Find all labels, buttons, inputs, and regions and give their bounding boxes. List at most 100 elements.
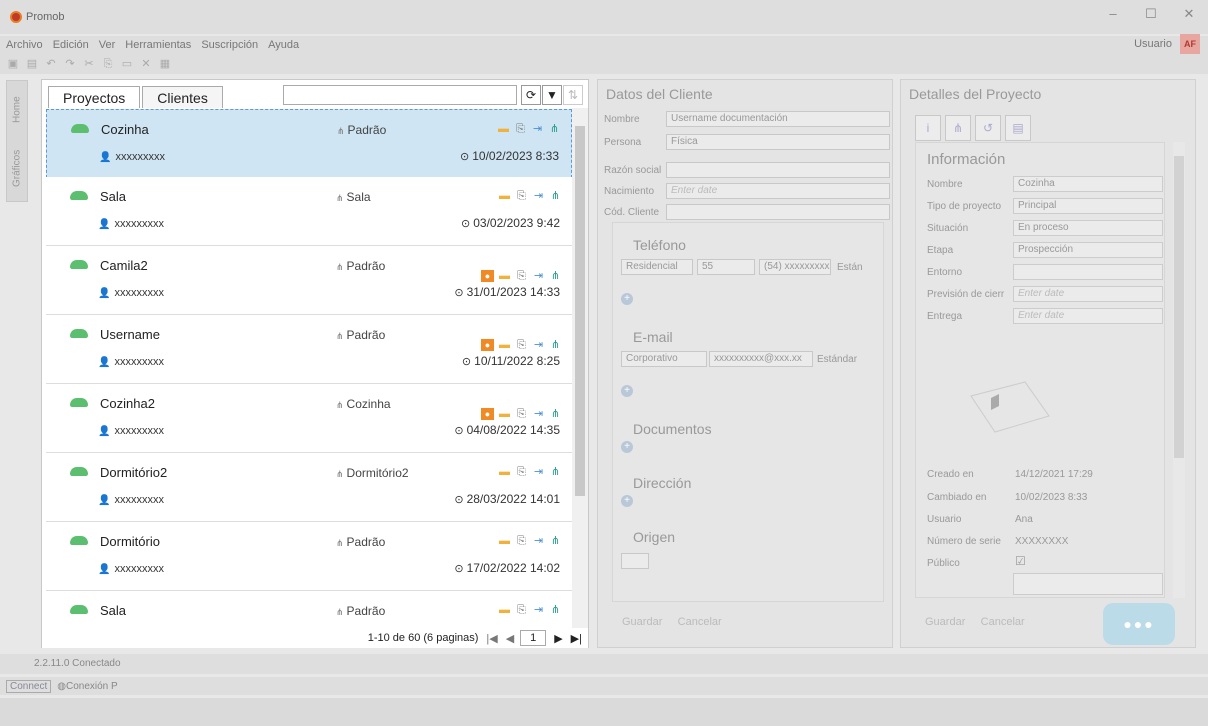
- project-name[interactable]: Sala: [100, 189, 126, 204]
- print-icon[interactable]: ▤: [25, 58, 39, 70]
- tab-proyectos[interactable]: Proyectos: [48, 86, 141, 108]
- structure-icon[interactable]: ⋔: [548, 123, 561, 135]
- last-page-icon[interactable]: ▶|: [571, 632, 582, 645]
- razon-field[interactable]: [666, 162, 890, 178]
- duplicate-icon[interactable]: ⎘: [514, 123, 527, 135]
- export-icon[interactable]: ⇥: [532, 535, 545, 547]
- duplicate-icon[interactable]: ⎘: [515, 466, 528, 478]
- menu-suscripcion[interactable]: Suscripción: [201, 36, 258, 54]
- contact-icon[interactable]: ●: [481, 339, 494, 351]
- connect-button[interactable]: Connect: [6, 679, 52, 693]
- structure-icon[interactable]: ⋔: [549, 466, 562, 478]
- environment-icon[interactable]: ⋔: [945, 115, 971, 141]
- menu-herramientas[interactable]: Herramientas: [125, 36, 191, 54]
- list-scrollbar[interactable]: [572, 108, 588, 628]
- origen-select[interactable]: [621, 553, 649, 569]
- project-name[interactable]: Dormitório: [100, 534, 160, 549]
- add-email-icon[interactable]: +: [621, 385, 633, 397]
- publico-checkbox[interactable]: ☑: [1015, 554, 1026, 568]
- folder-icon[interactable]: ▬: [498, 190, 511, 202]
- table-row[interactable]: Dormitório2 ⋔ Dormitório2 👤 xxxxxxxxx ▬ ⎘ ⇥ ⋔ ⊙ 28…: [46, 453, 572, 522]
- undo-icon[interactable]: ↶: [44, 58, 58, 70]
- add-document-icon[interactable]: +: [621, 441, 633, 453]
- structure-icon[interactable]: ⋔: [549, 535, 562, 547]
- nacimiento-field[interactable]: Enter date: [666, 183, 890, 199]
- tel-number-field[interactable]: (54) xxxxxxxxx: [759, 259, 831, 275]
- structure-icon[interactable]: ⋔: [549, 604, 562, 616]
- close-icon[interactable]: ✕: [1170, 6, 1208, 22]
- sidetab-graficos[interactable]: Gráficos: [7, 139, 27, 197]
- add-address-icon[interactable]: +: [621, 495, 633, 507]
- export-icon[interactable]: ⇥: [532, 339, 545, 351]
- tel-type-select[interactable]: Residencial: [621, 259, 693, 275]
- table-row[interactable]: Username ⋔ Padrão 👤 xxxxxxxxx ● ▬ ⎘ ⇥ ⋔ ⊙ 10/11/202…: [46, 315, 572, 384]
- etapa-select[interactable]: Prospección: [1013, 242, 1163, 258]
- duplicate-icon[interactable]: ⎘: [515, 535, 528, 547]
- refresh-icon[interactable]: ⟳: [521, 85, 541, 105]
- table-row[interactable]: Dormitório ⋔ Padrão 👤 xxxxxxxxx ▬ ⎘ ⇥ ⋔ ⊙ 17/02/20…: [46, 522, 572, 591]
- avatar[interactable]: AF: [1180, 34, 1200, 54]
- cut-icon[interactable]: ✂: [82, 58, 96, 70]
- paste-icon[interactable]: ▭: [120, 58, 134, 70]
- duplicate-icon[interactable]: ⎘: [515, 604, 528, 616]
- delete-icon[interactable]: ✕: [139, 58, 153, 70]
- table-row[interactable]: Camila2 ⋔ Padrão 👤 xxxxxxxxx ● ▬ ⎘ ⇥ ⋔ ⊙ 31/01/2023…: [46, 246, 572, 315]
- menu-edicion[interactable]: Edición: [53, 36, 89, 54]
- export-icon[interactable]: ⇥: [532, 604, 545, 616]
- menu-ayuda[interactable]: Ayuda: [268, 36, 299, 54]
- duplicate-icon[interactable]: ⎘: [515, 339, 528, 351]
- folder-icon[interactable]: ▬: [498, 270, 511, 282]
- table-row[interactable]: Sala ⋔ Sala 👤 xxxxxxxxx ▬ ⎘ ⇥ ⋔ ⊙ 03/02/2023 9:42: [46, 177, 572, 246]
- prevision-field[interactable]: Enter date: [1013, 286, 1163, 302]
- scroll-thumb[interactable]: [575, 126, 585, 496]
- search-input[interactable]: [283, 85, 517, 105]
- details-scrollbar[interactable]: [1173, 142, 1185, 598]
- table-row[interactable]: Cozinha2 ⋔ Cozinha 👤 xxxxxxxxx ● ▬ ⎘ ⇥ ⋔ ⊙ 04/08/20…: [46, 384, 572, 453]
- filter-icon[interactable]: ▼: [542, 85, 562, 105]
- observaciones-field[interactable]: [1013, 573, 1163, 595]
- next-page-icon[interactable]: ▶: [554, 632, 562, 645]
- info-icon[interactable]: i: [915, 115, 941, 141]
- situacion-select[interactable]: En proceso: [1013, 220, 1163, 236]
- table-row[interactable]: Cozinha ⋔ Padrão 👤 xxxxxxxxx ▬ ⎘ ⇥ ⋔ ⊙ 10/02/2023 …: [46, 109, 572, 178]
- add-phone-icon[interactable]: +: [621, 293, 633, 305]
- structure-icon[interactable]: ⋔: [549, 190, 562, 202]
- structure-icon[interactable]: ⋔: [549, 408, 562, 420]
- project-name[interactable]: Sala: [100, 603, 126, 618]
- duplicate-icon[interactable]: ⎘: [515, 270, 528, 282]
- project-name[interactable]: Cozinha: [101, 122, 149, 137]
- structure-icon[interactable]: ⋔: [549, 339, 562, 351]
- folder-icon[interactable]: ▬: [498, 408, 511, 420]
- entrega-field[interactable]: Enter date: [1013, 308, 1163, 324]
- table-row[interactable]: Sala ⋔ Padrão ▬ ⎘ ⇥ ⋔: [46, 591, 572, 628]
- export-icon[interactable]: ⇥: [532, 270, 545, 282]
- client-save-button[interactable]: Guardar: [622, 616, 662, 628]
- nombre-field[interactable]: Username documentación: [666, 111, 890, 127]
- redo-icon[interactable]: ↷: [63, 58, 77, 70]
- entorno-select[interactable]: [1013, 264, 1163, 280]
- email-type-select[interactable]: Corporativo: [621, 351, 707, 367]
- minimize-icon[interactable]: –: [1094, 6, 1132, 22]
- cod-field[interactable]: [666, 204, 890, 220]
- project-save-button[interactable]: Guardar: [925, 616, 965, 628]
- tipo-select[interactable]: Principal: [1013, 198, 1163, 214]
- user-area[interactable]: Usuario AF: [1134, 34, 1200, 54]
- first-page-icon[interactable]: |◀: [486, 632, 497, 645]
- client-cancel-button[interactable]: Cancelar: [678, 616, 722, 628]
- tab-clientes[interactable]: Clientes: [142, 86, 223, 108]
- sort-icon[interactable]: ⇅: [563, 85, 583, 105]
- export-icon[interactable]: ⇥: [532, 466, 545, 478]
- duplicate-icon[interactable]: ⎘: [515, 190, 528, 202]
- project-name[interactable]: Dormitório2: [100, 465, 167, 480]
- export-icon[interactable]: ⇥: [532, 190, 545, 202]
- prev-page-icon[interactable]: ◀: [506, 632, 514, 645]
- layout-icon[interactable]: ▦: [158, 58, 172, 70]
- export-icon[interactable]: ⇥: [531, 123, 544, 135]
- folder-icon[interactable]: ▬: [498, 535, 511, 547]
- chat-icon[interactable]: ●●●: [1103, 603, 1175, 645]
- copy-icon[interactable]: ⎘: [101, 58, 115, 70]
- notes-icon[interactable]: ▤: [1005, 115, 1031, 141]
- save-icon[interactable]: ▣: [6, 58, 20, 70]
- contact-icon[interactable]: ●: [481, 408, 494, 420]
- folder-icon[interactable]: ▬: [497, 123, 510, 135]
